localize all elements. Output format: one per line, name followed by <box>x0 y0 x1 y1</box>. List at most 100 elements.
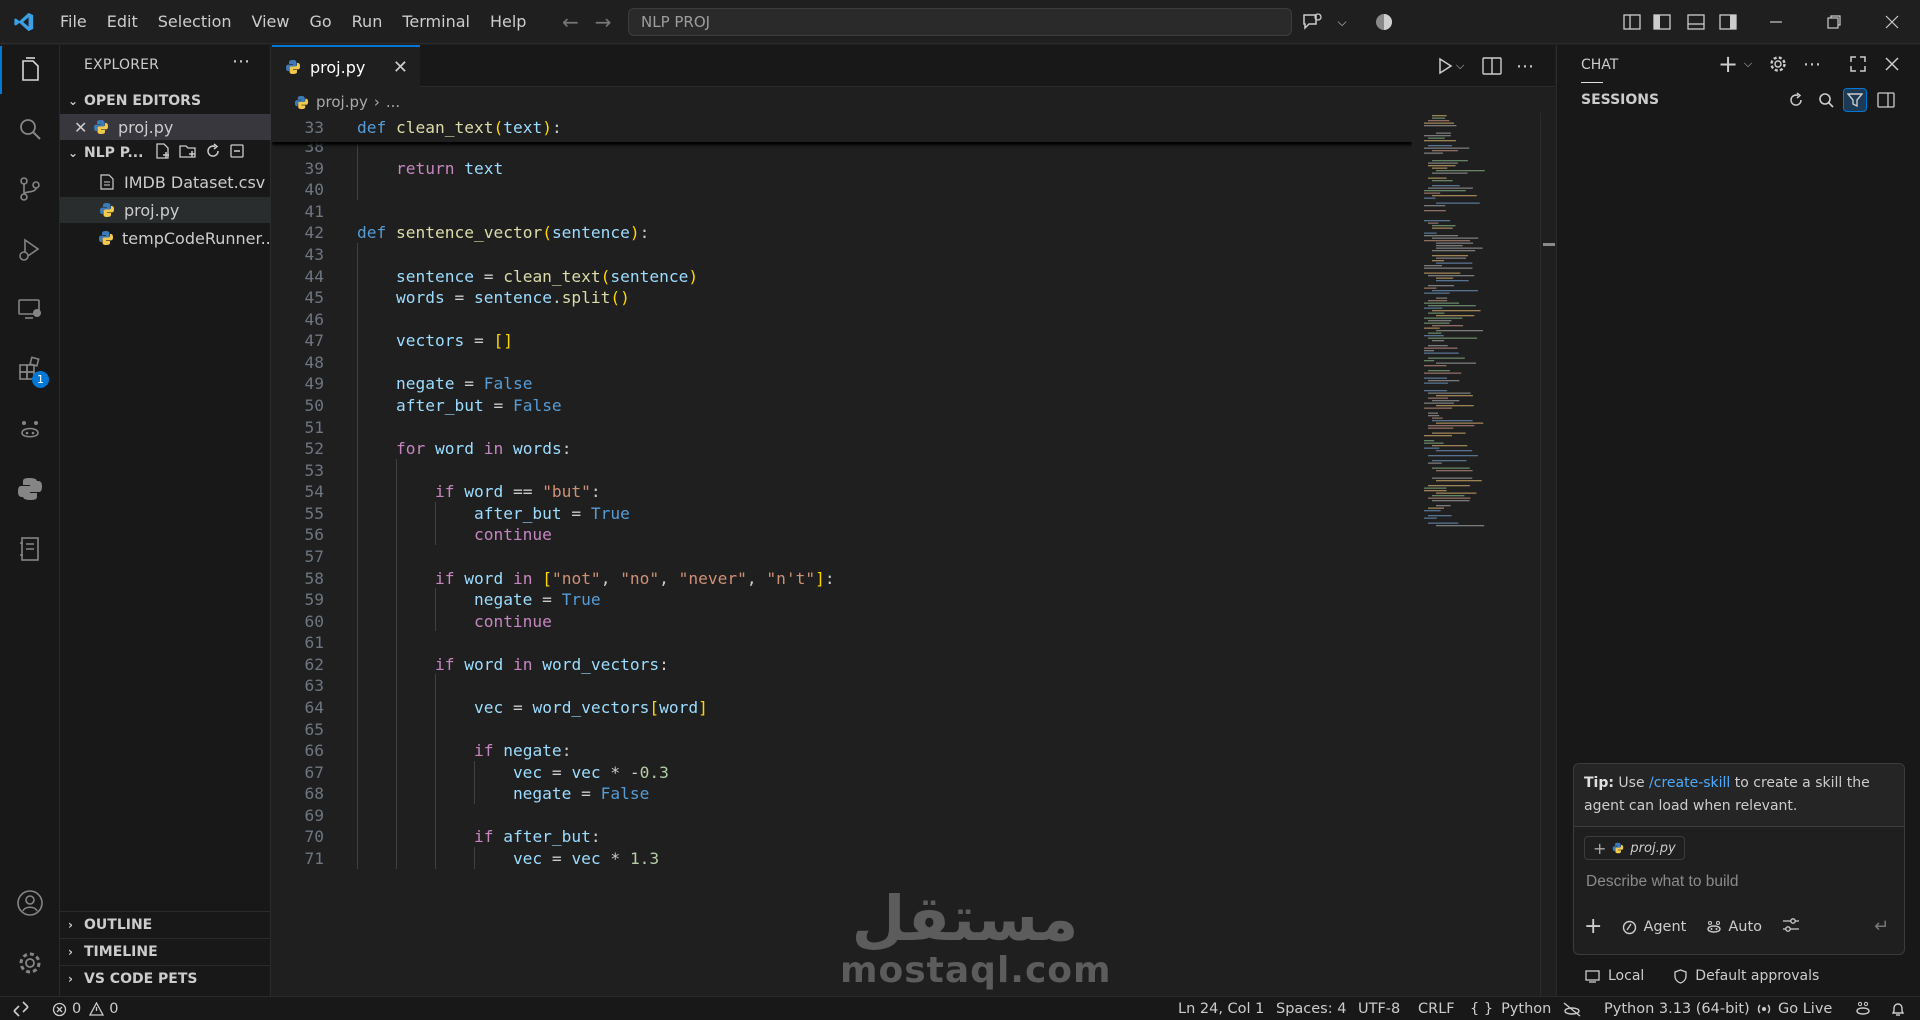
configure-tools-icon[interactable] <box>1782 917 1800 937</box>
create-skill-link[interactable]: /create-skill <box>1649 775 1730 791</box>
breadcrumb-file[interactable]: proj.py <box>316 93 368 111</box>
close-window-icon[interactable] <box>1880 10 1904 34</box>
menu-terminal[interactable]: Terminal <box>392 0 480 44</box>
outline-header[interactable]: › OUTLINE <box>60 911 271 937</box>
menu-help[interactable]: Help <box>480 0 536 44</box>
chevron-down-icon[interactable]: ⌵ <box>1737 53 1759 75</box>
copilot-disabled-icon[interactable] <box>1562 997 1582 1020</box>
code-line[interactable]: def sentence_vector(sentence): <box>357 221 649 244</box>
accounts-sync-icon[interactable] <box>1854 997 1872 1020</box>
toggle-sessions-sidebar-icon[interactable] <box>1875 89 1897 111</box>
filter-icon[interactable] <box>1843 88 1867 112</box>
python-icon[interactable] <box>0 465 60 513</box>
file-item[interactable]: IMDB Dataset.csv <box>60 169 271 195</box>
split-editor-icon[interactable] <box>1482 55 1502 77</box>
back-arrow-icon[interactable]: ← <box>562 10 579 34</box>
command-center[interactable]: NLP PROJ <box>628 8 1292 36</box>
toggle-primary-sidebar-icon[interactable] <box>1650 10 1674 34</box>
problems-indicator[interactable]: 0 0 <box>52 997 118 1020</box>
more-actions-icon[interactable]: ⋯ <box>1801 53 1823 75</box>
search-icon[interactable] <box>1815 89 1837 111</box>
new-folder-icon[interactable] <box>178 142 198 164</box>
gear-icon[interactable] <box>1767 53 1789 75</box>
line-ending[interactable]: CRLF <box>1418 997 1455 1020</box>
send-icon[interactable]: ↵ <box>1874 916 1889 937</box>
code-line[interactable]: if word == "but": <box>357 480 601 503</box>
menu-go[interactable]: Go <box>299 0 341 44</box>
code-line[interactable]: continue <box>357 610 552 633</box>
chevron-down-icon[interactable]: ⌵ <box>1330 10 1354 34</box>
manage-gear-icon[interactable] <box>0 939 60 987</box>
more-actions-icon[interactable]: ⋯ <box>232 51 250 72</box>
code-line[interactable]: if word in word_vectors: <box>357 653 669 676</box>
code-line[interactable]: vectors = [] <box>357 329 513 352</box>
code-line[interactable]: if word in ["not", "no", "never", "n't"]… <box>357 567 835 590</box>
search-icon[interactable] <box>0 105 60 153</box>
code-line[interactable]: after_but = False <box>357 394 562 417</box>
code-line[interactable]: for word in words: <box>357 437 571 460</box>
code-line[interactable]: if negate: <box>357 739 571 762</box>
cursor-position[interactable]: Ln 24, Col 1 <box>1178 997 1264 1020</box>
code-line[interactable]: return text <box>357 157 503 180</box>
close-icon[interactable]: ✕ <box>74 118 92 137</box>
open-editors-header[interactable]: ⌄ OPEN EDITORS <box>60 89 271 113</box>
more-actions-icon[interactable]: ⋯ <box>1516 55 1534 77</box>
code-line[interactable]: continue <box>357 523 552 546</box>
restore-icon[interactable] <box>1822 10 1846 34</box>
timeline-header[interactable]: › TIMELINE <box>60 938 271 964</box>
code-line[interactable]: words = sentence.split() <box>357 286 630 309</box>
minimize-icon[interactable] <box>1764 10 1788 34</box>
forward-arrow-icon[interactable]: → <box>595 10 612 34</box>
minimap[interactable] <box>1420 113 1540 533</box>
run-python-icon[interactable]: ⌵ <box>1436 55 1464 77</box>
remote-explorer-icon[interactable] <box>0 285 60 333</box>
code-line[interactable]: vec = vec * -0.3 <box>357 761 669 784</box>
copilot-icon[interactable] <box>0 405 60 453</box>
model-picker[interactable]: Auto <box>1706 919 1762 935</box>
code-line[interactable]: negate = True <box>357 588 601 611</box>
new-file-icon[interactable] <box>154 142 172 164</box>
code-line[interactable]: if after_but: <box>357 825 601 848</box>
code-line[interactable]: negate = False <box>357 372 532 395</box>
python-interpreter[interactable]: Python 3.13 (64-bit) <box>1604 997 1750 1020</box>
add-icon[interactable]: + <box>1584 916 1602 938</box>
copilot-status-icon[interactable] <box>1372 10 1396 34</box>
code-line[interactable]: sentence = clean_text(sentence) <box>357 265 698 288</box>
new-chat-icon[interactable]: + <box>1717 52 1739 76</box>
close-tab-icon[interactable]: ✕ <box>393 57 408 78</box>
code-editor[interactable]: 3637 text = re.sub(r"[^a-zA-Z\s]", "", t… <box>272 113 1412 996</box>
editor-scrollbar[interactable] <box>1540 113 1555 996</box>
toggle-secondary-sidebar-icon[interactable] <box>1716 10 1740 34</box>
go-live-button[interactable]: Go Live <box>1756 997 1832 1020</box>
collapse-all-icon[interactable] <box>228 142 246 164</box>
account-icon[interactable] <box>0 879 60 927</box>
sticky-scroll-header[interactable]: 33 def clean_text(text): <box>272 113 1412 142</box>
default-approvals-button[interactable]: Default approvals <box>1674 968 1819 984</box>
notebook-icon[interactable] <box>0 525 60 573</box>
menu-run[interactable]: Run <box>342 0 393 44</box>
file-item[interactable]: tempCodeRunner... <box>60 225 276 251</box>
language-mode[interactable]: { } Python <box>1470 997 1551 1020</box>
code-line[interactable]: negate = False <box>357 782 649 805</box>
open-editor-item[interactable]: ✕ proj.py <box>60 114 271 140</box>
customize-layout-icon[interactable] <box>1620 10 1644 34</box>
code-line[interactable]: vec = word_vectors[word] <box>357 696 708 719</box>
run-debug-icon[interactable] <box>0 225 60 273</box>
tab-proj-py[interactable]: proj.py ✕ <box>272 45 420 87</box>
copilot-chat-icon[interactable] <box>1300 10 1324 34</box>
code-line[interactable]: after_but = True <box>357 502 630 525</box>
indentation[interactable]: Spaces: 4 <box>1276 997 1346 1020</box>
encoding[interactable]: UTF-8 <box>1358 997 1400 1020</box>
remote-indicator-icon[interactable] <box>12 997 30 1020</box>
menu-selection[interactable]: Selection <box>148 0 242 44</box>
refresh-icon[interactable] <box>1785 89 1807 111</box>
explorer-icon[interactable] <box>0 46 60 94</box>
source-control-icon[interactable] <box>0 165 60 213</box>
toggle-panel-icon[interactable] <box>1684 10 1708 34</box>
menu-file[interactable]: File <box>50 0 97 44</box>
extensions-icon[interactable]: 1 <box>0 345 60 393</box>
add-context-icon[interactable]: + <box>1593 839 1606 858</box>
menu-view[interactable]: View <box>242 0 300 44</box>
agent-mode-picker[interactable]: Agent <box>1622 919 1686 935</box>
refresh-icon[interactable] <box>204 142 222 164</box>
